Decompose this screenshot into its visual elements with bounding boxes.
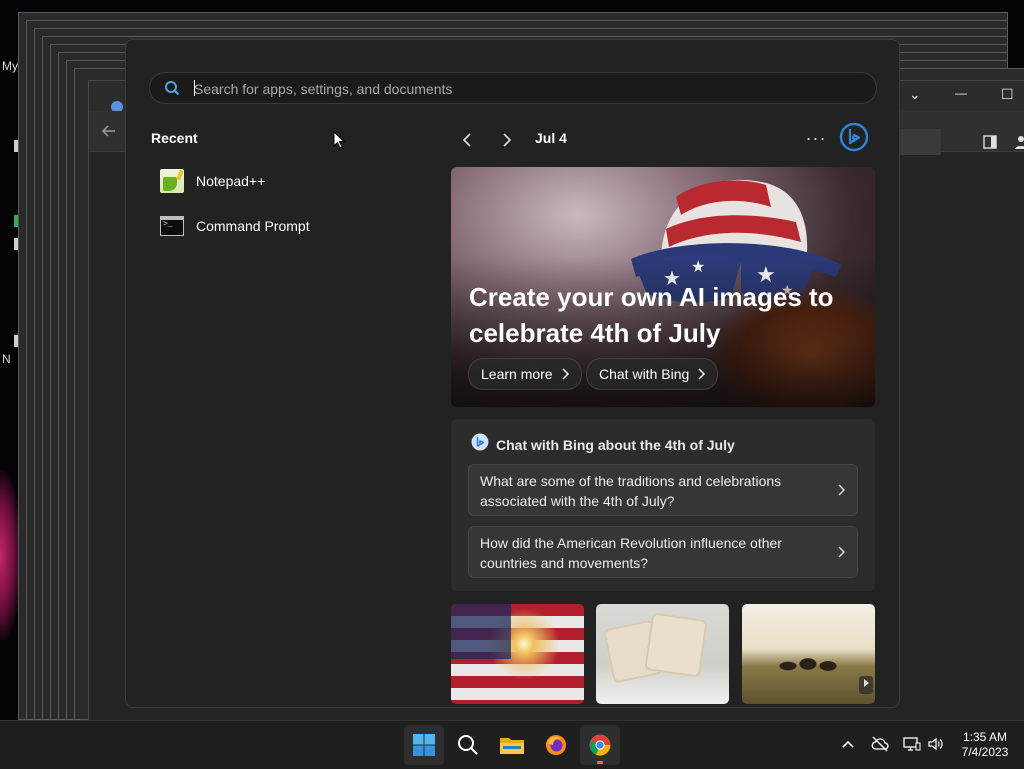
search-input[interactable]: [192, 78, 856, 100]
cloud-offline-icon[interactable]: [871, 736, 889, 752]
recent-item-command-prompt[interactable]: Command Prompt: [149, 208, 389, 244]
running-indicator: [597, 761, 603, 764]
sparkler-flag-image[interactable]: [451, 604, 584, 704]
chevron-right-icon: [503, 133, 512, 147]
chat-with-bing-button[interactable]: Chat with Bing: [586, 358, 719, 390]
suggested-question-text: How did the American Revolution influenc…: [480, 535, 782, 571]
taskbar: 1:35 AM 7/4/2023: [0, 720, 1024, 769]
show-hidden-icons-button[interactable]: [842, 736, 854, 752]
maximize-button[interactable]: ☐: [1001, 87, 1014, 101]
recent-item-label: Command Prompt: [196, 218, 310, 234]
people-with-flag-image[interactable]: [742, 604, 875, 704]
recent-item-label: Notepad++: [196, 173, 266, 189]
chat-with-bing-label: Chat with Bing: [599, 366, 690, 382]
chevron-right-icon: [838, 484, 845, 496]
mouse-cursor-icon: [333, 131, 345, 149]
taskbar-file-explorer-button[interactable]: [492, 725, 532, 765]
hero-card[interactable]: ★ ★ ★ ★ Create your own AI images to cel…: [451, 167, 875, 407]
desktop-icon-label[interactable]: My: [2, 59, 18, 73]
search-icon: [165, 81, 180, 96]
suggested-question-text: What are some of the traditions and cele…: [480, 473, 782, 509]
chevron-up-icon: [842, 740, 854, 748]
taskbar-search-button[interactable]: [448, 725, 488, 765]
back-arrow-icon[interactable]: [101, 123, 117, 139]
network-icon[interactable]: [903, 736, 921, 752]
bing-chat-icon: [471, 433, 489, 451]
recent-heading: Recent: [151, 130, 198, 146]
notepad-plus-plus-icon: [160, 169, 184, 193]
learn-more-button[interactable]: Learn more: [468, 358, 582, 390]
rice-krispie-treats-image[interactable]: [596, 604, 729, 704]
minimize-button[interactable]: —: [955, 87, 967, 99]
bing-chat-title: Chat with Bing about the 4th of July: [496, 437, 735, 453]
taskbar-start-button[interactable]: [404, 725, 444, 765]
search-icon: [458, 735, 478, 755]
caret-right-icon: [864, 679, 869, 687]
firefox-icon: [546, 735, 566, 755]
command-prompt-icon: [160, 216, 184, 236]
more-options-button[interactable]: ···: [802, 126, 830, 154]
hero-title: Create your own AI images to celebrate 4…: [469, 282, 834, 348]
volume-icon[interactable]: [927, 736, 945, 752]
suggested-question-button[interactable]: How did the American Revolution influenc…: [468, 526, 858, 578]
thumbnail-next-button[interactable]: [859, 676, 873, 694]
clock-time: 1:35 AM: [962, 730, 1008, 744]
chevron-right-icon: [838, 546, 845, 558]
taskbar-chrome-button[interactable]: [580, 725, 620, 765]
previous-day-button[interactable]: [453, 126, 481, 154]
bing-chat-card: Chat with Bing about the 4th of July Wha…: [451, 419, 875, 591]
start-menu: Recent Notepad++ Command Prompt Jul 4 ··…: [125, 39, 900, 708]
text-caret: [194, 80, 195, 96]
suggested-question-button[interactable]: What are some of the traditions and cele…: [468, 464, 858, 516]
windows-start-icon: [413, 734, 435, 756]
clock-date: 7/4/2023: [961, 745, 1009, 759]
chrome-icon: [589, 734, 611, 756]
next-day-button[interactable]: [493, 126, 521, 154]
bing-logo-icon[interactable]: [839, 122, 869, 152]
side-panel-icon[interactable]: [982, 134, 998, 150]
taskbar-firefox-button[interactable]: [536, 725, 576, 765]
taskbar-clock[interactable]: 1:35 AM 7/4/2023: [950, 730, 1020, 760]
desktop-icon-label[interactable]: N: [2, 352, 11, 366]
file-explorer-icon: [500, 738, 524, 754]
recent-item-notepad-plus-plus[interactable]: Notepad++: [149, 163, 389, 199]
profile-icon[interactable]: [1013, 134, 1024, 150]
chevron-right-icon: [698, 368, 706, 380]
chevron-right-icon: [562, 368, 569, 380]
widget-date: Jul 4: [535, 130, 567, 146]
tab-list-chevron-icon[interactable]: ⌄: [909, 87, 921, 101]
start-search-box[interactable]: [149, 72, 877, 104]
learn-more-label: Learn more: [481, 366, 553, 382]
chevron-left-icon: [462, 133, 471, 147]
